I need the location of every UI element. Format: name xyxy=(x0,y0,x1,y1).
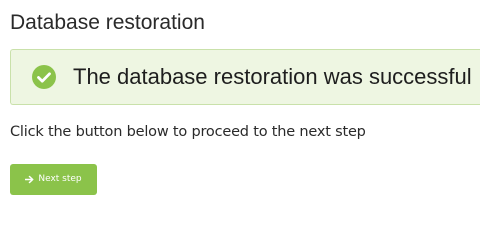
check-circle-icon xyxy=(32,65,56,89)
page-title: Database restoration xyxy=(10,11,205,34)
next-step-button[interactable]: Next step xyxy=(10,164,97,195)
arrow-right-icon xyxy=(25,175,34,184)
success-alert: The database restoration was successful xyxy=(10,49,480,105)
instruction-text: Click the button below to proceed to the… xyxy=(10,124,366,140)
next-step-label: Next step xyxy=(38,174,82,184)
success-message: The database restoration was successful xyxy=(73,64,472,89)
